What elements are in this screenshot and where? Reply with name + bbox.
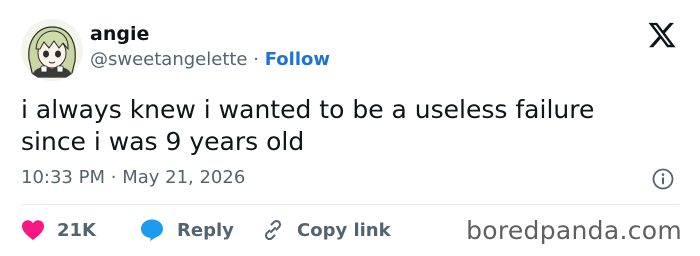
- author-handle-row: @sweetangelette · Follow: [90, 48, 330, 72]
- heart-icon: [22, 220, 44, 240]
- tweet-date: May 21, 2026: [122, 167, 246, 188]
- like-count: 21K: [57, 219, 96, 241]
- like-button[interactable]: 21K: [21, 219, 139, 241]
- timestamp-separator: ·: [110, 167, 117, 188]
- watermark-text: boredpanda.com: [466, 216, 682, 245]
- divider: [21, 204, 679, 205]
- copy-link-label: Copy link: [297, 219, 391, 241]
- tweet-time: 10:33 PM: [21, 167, 105, 188]
- x-logo-icon[interactable]: [647, 20, 677, 50]
- info-icon[interactable]: [651, 167, 675, 191]
- reply-button[interactable]: Reply: [139, 218, 261, 242]
- author-name[interactable]: angie: [90, 22, 149, 46]
- action-bar: 21K Reply Copy link: [21, 217, 391, 243]
- avatar-image: [21, 19, 83, 81]
- handle-separator: ·: [253, 49, 259, 70]
- avatar[interactable]: [21, 19, 83, 81]
- tweet-card: angie @sweetangelette · Follow i always …: [0, 0, 700, 256]
- copy-link-button[interactable]: Copy link: [261, 218, 391, 242]
- reply-bubble-icon: [141, 219, 163, 241]
- tweet-timestamp[interactable]: 10:33 PM · May 21, 2026: [21, 166, 245, 190]
- author-handle[interactable]: @sweetangelette: [90, 49, 248, 70]
- tweet-text: i always knew i wanted to be a useless f…: [21, 95, 595, 156]
- reply-label: Reply: [177, 219, 234, 241]
- follow-button[interactable]: Follow: [265, 49, 330, 70]
- link-icon: [264, 219, 282, 241]
